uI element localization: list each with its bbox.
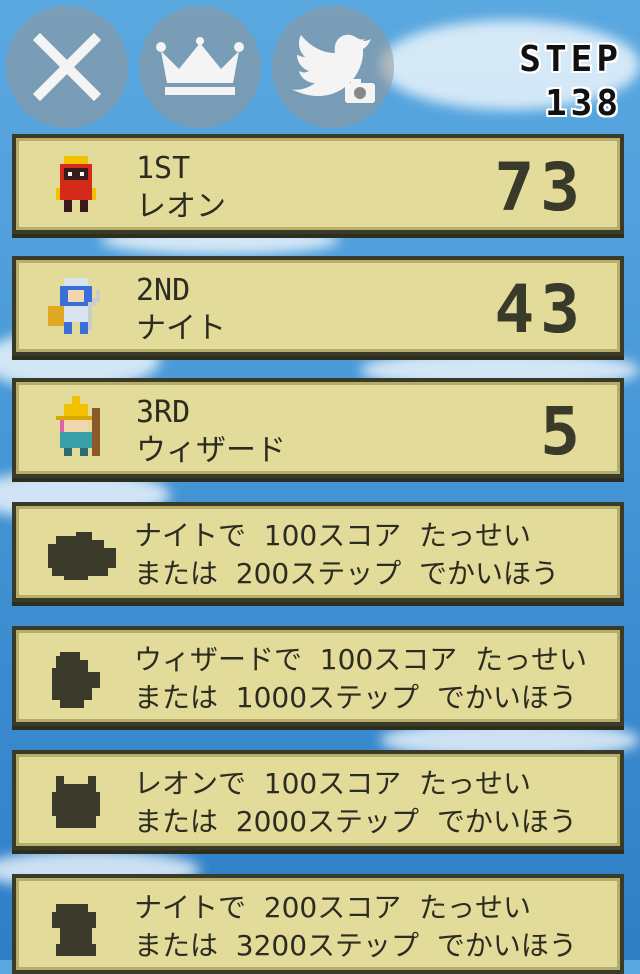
unlock-condition-steps: または 200ステップ でかいほう	[134, 557, 560, 590]
locked-character-silhouette-icon	[52, 776, 100, 828]
locked-character-silhouette-icon	[52, 652, 100, 708]
unlock-condition-steps: または 2000ステップ でかいほう	[134, 805, 577, 838]
top-bar: STEP 138	[0, 0, 640, 130]
rank-label: 1ST	[136, 151, 191, 186]
close-button[interactable]	[6, 6, 128, 128]
ranking-row-3[interactable]: 3RD ウィザード 5	[12, 378, 624, 478]
locked-character-row-1[interactable]: ナイトで 100スコア たっせい または 200ステップ でかいほう	[12, 502, 624, 602]
best-score: 43	[494, 271, 586, 348]
unlock-condition-steps: または 3200ステップ でかいほう	[134, 929, 577, 962]
locked-character-row-3[interactable]: レオンで 100スコア たっせい または 2000ステップ でかいほう	[12, 750, 624, 850]
character-name: レオン	[136, 189, 226, 224]
character-name: ナイト	[136, 311, 226, 346]
ranking-row-2[interactable]: 2ND ナイト 43	[12, 256, 624, 356]
locked-character-row-2[interactable]: ウィザードで 100スコア たっせい または 1000ステップ でかいほう	[12, 626, 624, 726]
character-name: ウィザード	[136, 433, 286, 468]
knight-character-icon	[48, 278, 100, 334]
unlock-condition-score: ナイトで 100スコア たっせい	[134, 519, 532, 552]
twitter-camera-icon	[291, 34, 375, 103]
step-counter: 138	[544, 83, 622, 124]
unlock-condition-score: レオンで 100スコア たっせい	[134, 767, 532, 800]
crown-icon	[156, 37, 244, 95]
best-score: 5	[540, 393, 586, 470]
leon-character-icon	[56, 156, 96, 212]
locked-character-row-4[interactable]: ナイトで 200スコア たっせい または 3200ステップ でかいほう	[12, 874, 624, 974]
unlock-condition-score: ナイトで 200スコア たっせい	[134, 891, 532, 924]
locked-character-silhouette-icon	[48, 532, 116, 580]
close-icon	[32, 32, 102, 102]
wizard-character-icon	[56, 396, 100, 456]
step-label: STEP	[519, 39, 622, 80]
rank-label: 3RD	[136, 395, 191, 430]
unlock-condition-steps: または 1000ステップ でかいほう	[134, 681, 577, 714]
ranking-button[interactable]	[139, 6, 261, 128]
rank-label: 2ND	[136, 273, 191, 308]
best-score: 73	[494, 149, 586, 226]
locked-character-silhouette-icon	[52, 904, 96, 956]
ranking-row-1[interactable]: 1ST レオン 73	[12, 134, 624, 234]
unlock-condition-score: ウィザードで 100スコア たっせい	[134, 643, 588, 676]
share-button[interactable]	[272, 6, 394, 128]
